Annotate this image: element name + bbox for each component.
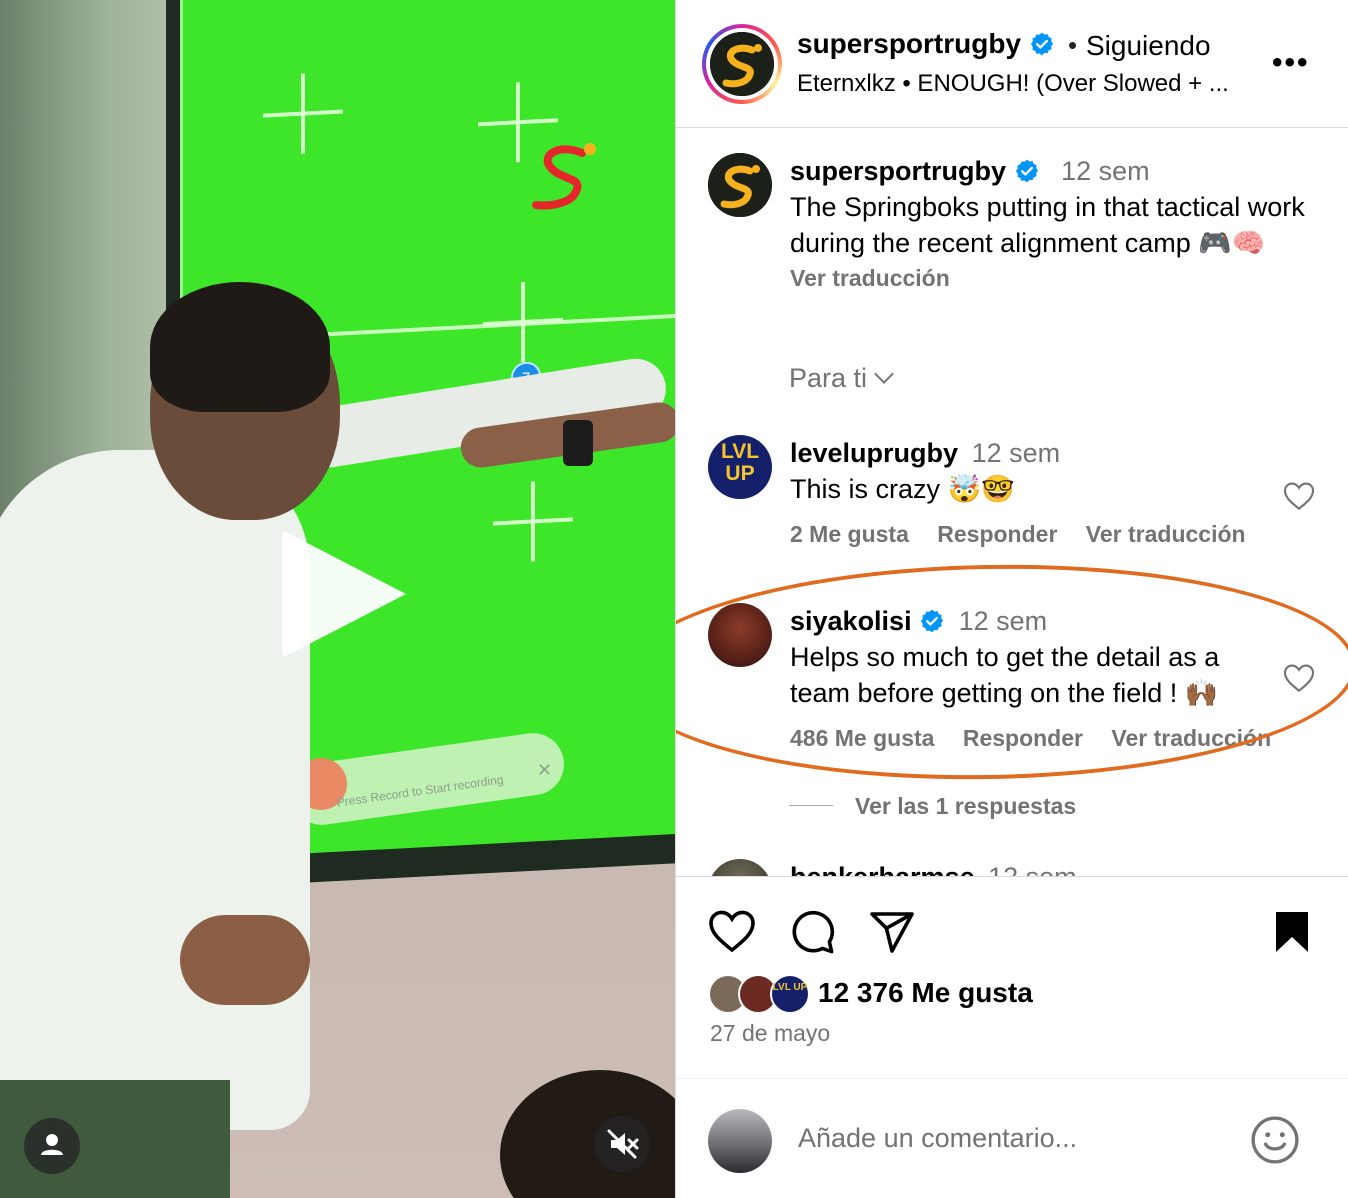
add-comment-bar [676,1078,1348,1198]
comment-time[interactable]: 12 sem [972,438,1061,468]
view-replies-label: Ver las 1 respuestas [855,793,1077,819]
comment-likes[interactable]: 486 Me gusta [790,725,934,751]
coach-watch [563,420,593,466]
comment-icon[interactable] [788,908,836,956]
caption-text: The Springboks putting in that tactical … [790,192,1305,258]
comment-filter-dropdown[interactable]: Para ti [789,363,894,394]
supersport-logo-icon [708,153,772,217]
comment-input[interactable] [798,1123,1238,1154]
commenter-username[interactable]: leveluprugby [790,438,958,468]
like-comment-heart-icon[interactable] [1283,663,1315,693]
comment-text: This is crazy 🤯🤓 [790,474,1015,504]
caption-time[interactable]: 12 sem [1061,156,1150,186]
caption-username[interactable]: supersportrugby [790,156,1006,186]
caption-avatar[interactable] [708,153,772,217]
chevron-down-icon [874,364,894,384]
author-avatar[interactable] [710,32,774,96]
audio-track-link[interactable]: Eternxlkz • ENOUGH! (Over Slowed + ... [797,70,1229,98]
coach-hand [180,915,310,1005]
verified-badge-icon [1015,159,1038,183]
verified-badge-icon [921,609,944,633]
commenter-avatar[interactable] [708,859,772,876]
view-replies-button[interactable]: Ver las 1 respuestas [789,793,1076,820]
more-options-icon[interactable]: ••• [1272,46,1310,80]
like-heart-icon[interactable] [708,908,756,956]
like-comment-heart-icon[interactable] [1283,481,1315,511]
likes-count[interactable]: 12 376 Me gusta [818,977,1033,1009]
replies-divider [789,805,833,806]
post-actions: LVL UP 12 376 Me gusta 27 de mayo [676,878,1348,1078]
emoji-icon[interactable] [1250,1115,1300,1165]
commenter-avatar[interactable]: LVL UP [708,435,772,499]
reply-button[interactable]: Responder [963,725,1083,751]
save-bookmark-icon[interactable] [1268,908,1316,956]
reply-button[interactable]: Responder [937,521,1057,547]
tagged-users-button[interactable] [24,1118,80,1174]
play-icon[interactable] [282,530,406,658]
field-marker [493,479,573,563]
author-username[interactable]: supersportrugby [797,28,1021,59]
user-icon [41,1134,63,1155]
header-separator: • [1068,30,1078,60]
supersport-logo-icon [710,32,774,96]
coach-torso [0,450,310,1130]
levelup-logo: LVL UP [720,440,760,485]
coach-hair [150,282,330,412]
comment-time[interactable]: 12 sem [959,606,1048,636]
speaker-muted-icon [607,1129,639,1159]
mute-button[interactable] [594,1116,650,1172]
comment-filter-label: Para ti [789,363,868,393]
translate-link[interactable]: Ver traducción [1086,521,1246,547]
verified-badge-icon [1030,32,1053,56]
comment-item: siyakolisi 12 sem Helps so much to get t… [708,603,1328,753]
current-user-avatar [708,1109,772,1173]
field-marker [263,71,343,155]
translate-link[interactable]: Ver traducción [1111,725,1271,751]
commenter-username[interactable]: siyakolisi [790,606,912,636]
comment-time[interactable]: 12 sem [988,862,1077,876]
story-ring[interactable] [702,24,782,104]
share-send-icon[interactable] [868,908,916,956]
supersport-logo [532,143,596,210]
post-date[interactable]: 27 de mayo [710,1020,830,1047]
video-player[interactable]: 7 8 Press Record to Start recording ✕ [0,0,675,1198]
comments-list[interactable]: supersportrugby 12 sem The Springboks pu… [676,129,1348,877]
caption-translate-link[interactable]: Ver traducción [790,265,1330,292]
following-button[interactable]: Siguiendo [1086,30,1211,62]
comment-item: henkerharmse 12 sem [708,859,1328,876]
commenter-username[interactable]: henkerharmse [790,862,975,876]
comment-text: Helps so much to get the detail as a tea… [790,642,1220,708]
field-marker [483,280,563,364]
liker-avatar: LVL UP [770,974,810,1014]
author-username-row[interactable]: supersportrugby [797,28,1055,60]
post-sidebar: supersportrugby • Siguiendo Eternxlkz • … [675,0,1348,1198]
post-header: supersportrugby • Siguiendo Eternxlkz • … [676,0,1348,128]
comment-item: LVL UP leveluprugby 12 sem This is crazy… [708,435,1328,565]
record-close-icon: ✕ [537,760,553,780]
comment-likes[interactable]: 2 Me gusta [790,521,909,547]
commenter-avatar[interactable] [708,603,772,667]
